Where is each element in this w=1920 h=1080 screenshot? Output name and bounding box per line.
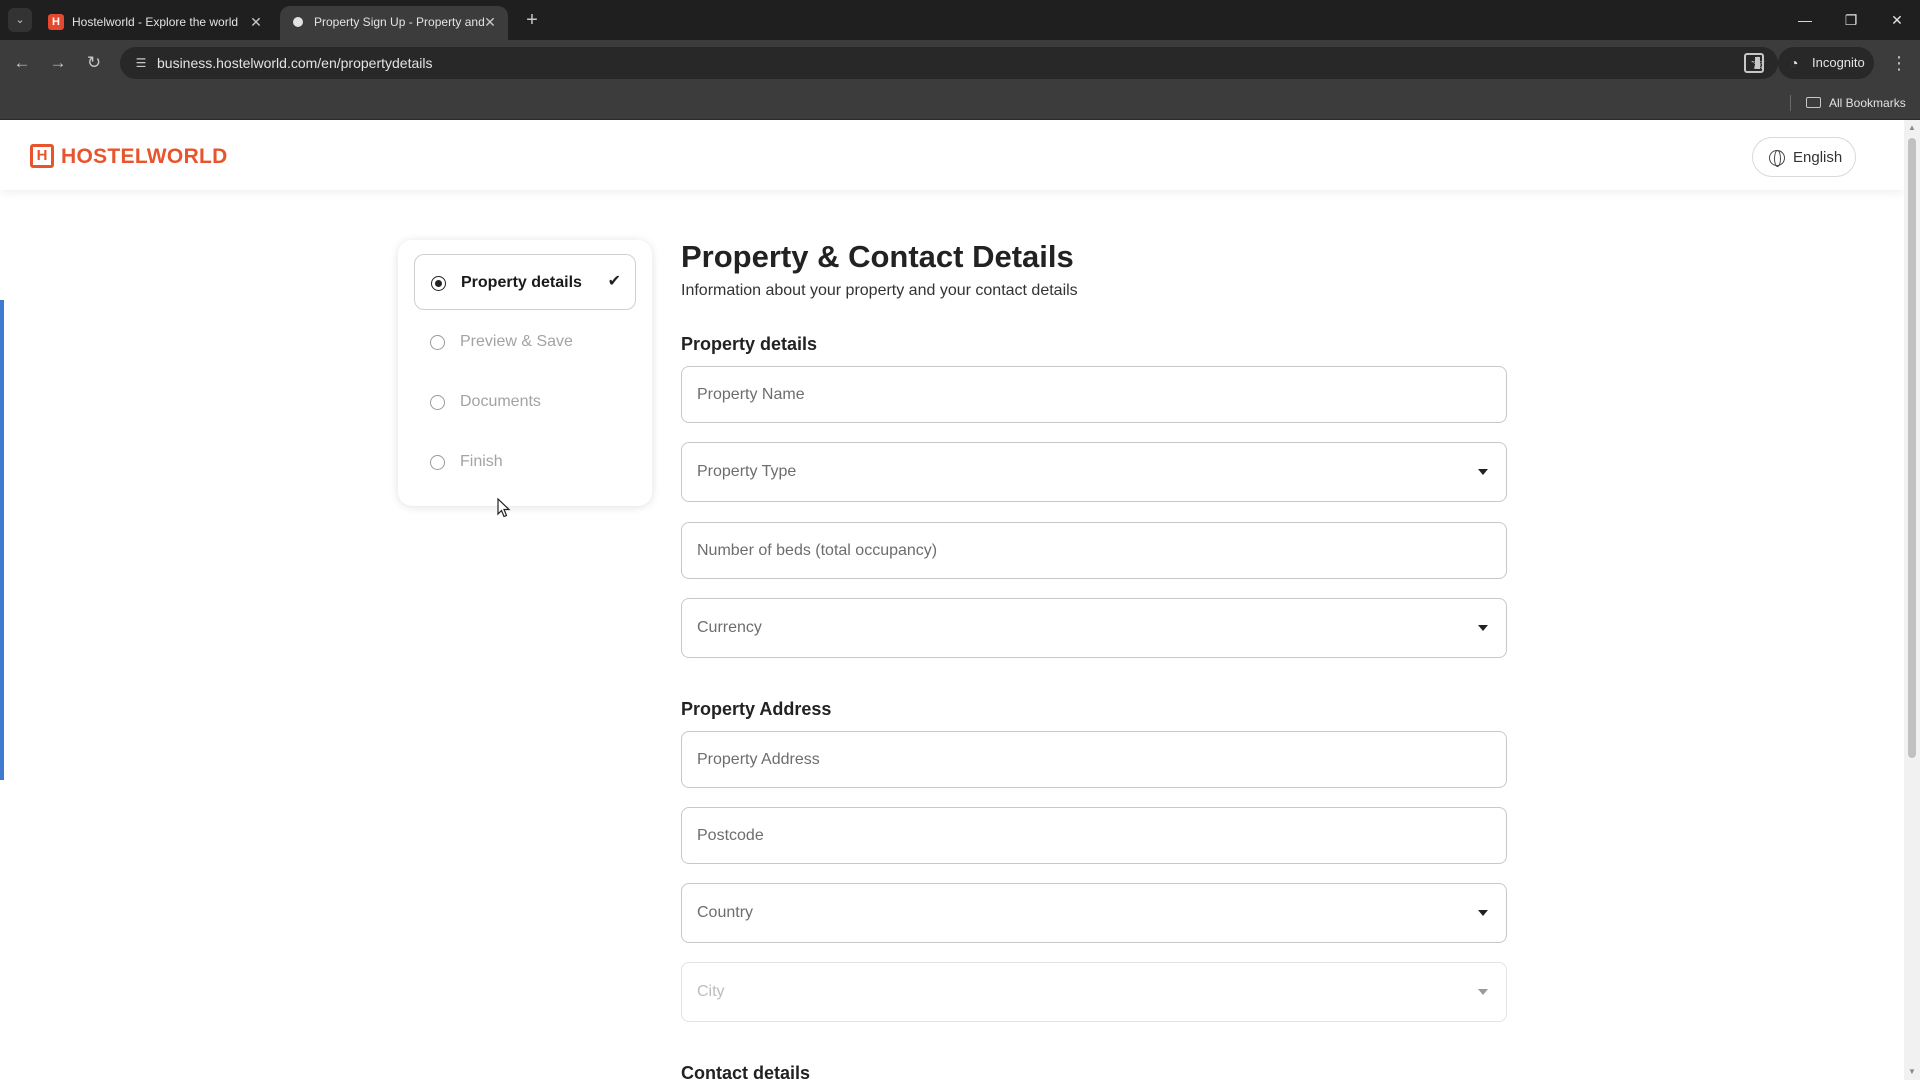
all-bookmarks-button[interactable]: All Bookmarks bbox=[1806, 95, 1906, 111]
beds-input[interactable]: Number of beds (total occupancy) bbox=[681, 522, 1507, 579]
left-accent-bar bbox=[0, 300, 4, 780]
language-button[interactable]: English bbox=[1752, 137, 1856, 177]
incognito-label: Incognito bbox=[1812, 55, 1865, 70]
web-page: H HOSTELWORLD English Property details ✔… bbox=[0, 120, 1904, 1080]
incognito-icon: ◔ bbox=[1790, 55, 1799, 71]
forward-icon[interactable]: → bbox=[44, 49, 72, 77]
property-address-input[interactable]: Property Address bbox=[681, 731, 1507, 788]
hostelworld-favicon-icon: H bbox=[48, 14, 64, 30]
input-placeholder: Property Address bbox=[697, 750, 820, 768]
checkmark-icon: ✔ bbox=[607, 273, 621, 290]
caret-down-icon bbox=[1478, 989, 1488, 995]
step-label: Property details bbox=[461, 274, 582, 291]
new-tab-icon[interactable]: + bbox=[520, 8, 544, 32]
section-heading-property-address: Property Address bbox=[681, 699, 832, 719]
step-finish[interactable]: Finish bbox=[414, 434, 636, 490]
loading-dot-icon bbox=[293, 17, 303, 27]
tab-title: Hostelworld - Explore the world bbox=[72, 15, 239, 29]
section-heading-contact-details: Contact details bbox=[681, 1063, 811, 1080]
globe-icon bbox=[1769, 150, 1785, 167]
browser-menu-icon[interactable]: ⋮ bbox=[1886, 49, 1912, 77]
all-bookmarks-label: All Bookmarks bbox=[1829, 96, 1906, 110]
property-name-input[interactable]: Property Name bbox=[681, 366, 1507, 423]
back-icon[interactable]: ← bbox=[8, 49, 36, 77]
step-property-details[interactable]: Property details ✔ bbox=[414, 254, 636, 310]
caret-down-icon bbox=[1478, 625, 1488, 631]
reload-icon[interactable]: ↻ bbox=[80, 49, 108, 77]
select-placeholder: Country bbox=[697, 904, 754, 921]
currency-select[interactable]: Currency bbox=[681, 598, 1507, 658]
browser-tab-bar: ⌄ H Hostelworld - Explore the world ✕ Pr… bbox=[0, 0, 1920, 40]
country-select[interactable]: Country bbox=[681, 883, 1507, 943]
hostelworld-logo-icon: H bbox=[30, 144, 54, 168]
caret-down-icon bbox=[1478, 910, 1488, 916]
scroll-down-icon[interactable]: ▼ bbox=[1904, 1064, 1920, 1080]
close-window-icon[interactable]: ✕ bbox=[1874, 8, 1920, 32]
browser-tab-hostelworld[interactable]: H Hostelworld - Explore the world ✕ bbox=[38, 6, 274, 40]
site-header: H HOSTELWORLD English bbox=[0, 120, 1904, 190]
page-subtitle: Information about your property and your… bbox=[681, 282, 1078, 299]
address-bar[interactable]: ☰ business.hostelworld.com/en/propertyde… bbox=[120, 47, 1778, 79]
step-documents[interactable]: Documents bbox=[414, 374, 636, 430]
step-radio-icon bbox=[431, 276, 446, 291]
tab-title: Property Sign Up - Property and bbox=[314, 15, 484, 29]
incognito-badge[interactable]: ◔ Incognito bbox=[1778, 47, 1874, 79]
input-placeholder: Postcode bbox=[697, 826, 764, 844]
url-text: business.hostelworld.com/en/propertydeta… bbox=[157, 55, 433, 71]
input-placeholder: Property Name bbox=[697, 385, 805, 403]
section-heading-property-details: Property details bbox=[681, 334, 818, 354]
side-panel-icon[interactable] bbox=[1744, 53, 1764, 73]
city-select[interactable]: City bbox=[681, 962, 1507, 1022]
site-settings-icon[interactable]: ☰ bbox=[132, 54, 150, 72]
select-placeholder: Currency bbox=[697, 619, 762, 636]
step-radio-icon bbox=[430, 335, 445, 350]
minimize-icon[interactable]: — bbox=[1782, 8, 1828, 32]
step-radio-icon bbox=[430, 395, 445, 410]
property-type-select[interactable]: Property Type bbox=[681, 442, 1507, 502]
select-placeholder: City bbox=[697, 983, 725, 1000]
step-label: Documents bbox=[460, 393, 541, 410]
tab-search-icon[interactable]: ⌄ bbox=[8, 8, 32, 32]
step-label: Preview & Save bbox=[460, 333, 573, 350]
page-scrollbar[interactable]: ▲ ▼ bbox=[1904, 120, 1920, 1080]
close-tab-icon[interactable]: ✕ bbox=[246, 12, 266, 32]
select-placeholder: Property Type bbox=[697, 463, 797, 480]
caret-down-icon bbox=[1478, 469, 1488, 475]
restore-icon[interactable]: ❐ bbox=[1828, 8, 1874, 32]
step-radio-icon bbox=[430, 455, 445, 470]
close-tab-icon[interactable]: ✕ bbox=[480, 12, 500, 32]
folder-icon bbox=[1806, 97, 1821, 108]
logo-wordmark: HOSTELWORLD bbox=[61, 145, 228, 168]
language-label: English bbox=[1793, 149, 1843, 166]
bookmarks-divider bbox=[1790, 95, 1791, 111]
bookmarks-bar: All Bookmarks bbox=[0, 86, 1920, 120]
browser-tab-property-signup[interactable]: Property Sign Up - Property and ✕ bbox=[280, 6, 508, 40]
page-title: Property & Contact Details bbox=[681, 239, 1074, 274]
input-placeholder: Number of beds (total occupancy) bbox=[697, 541, 938, 559]
postcode-input[interactable]: Postcode bbox=[681, 807, 1507, 864]
browser-toolbar: ← → ↻ ☰ business.hostelworld.com/en/prop… bbox=[0, 40, 1920, 86]
scroll-up-icon[interactable]: ▲ bbox=[1904, 120, 1920, 136]
step-preview-save[interactable]: Preview & Save bbox=[414, 314, 636, 370]
signup-stepper: Property details ✔ Preview & Save Docume… bbox=[398, 240, 652, 506]
scrollbar-thumb[interactable] bbox=[1908, 138, 1916, 758]
step-label: Finish bbox=[460, 453, 503, 470]
